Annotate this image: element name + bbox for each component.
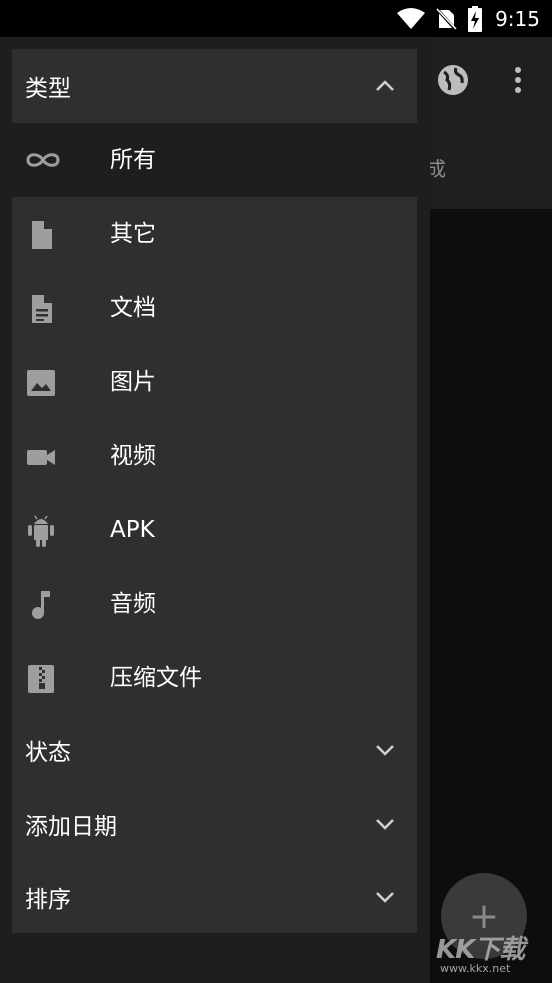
- battery-charging-icon: [468, 5, 483, 32]
- type-section-header[interactable]: 类型: [12, 49, 417, 123]
- type-item-all-label: 所有: [110, 147, 156, 173]
- no-sim-icon: [435, 6, 458, 31]
- image-icon: [27, 370, 55, 396]
- infinity-icon: [26, 153, 60, 167]
- type-item-archive[interactable]: 压缩文件: [12, 641, 417, 715]
- chevron-down-icon[interactable]: [374, 886, 396, 908]
- chevron-up-icon[interactable]: [374, 75, 396, 97]
- chevron-down-icon[interactable]: [374, 739, 396, 761]
- music-note-icon: [32, 591, 50, 619]
- document-icon: [32, 295, 52, 323]
- type-item-label: 音频: [110, 591, 156, 617]
- type-item-document[interactable]: 文档: [12, 271, 417, 345]
- status-section-title: 状态: [25, 740, 71, 766]
- watermark: KK下载 www.kkx.net: [436, 929, 525, 975]
- date-added-section-header[interactable]: 添加日期: [12, 787, 417, 861]
- wifi-icon: [397, 7, 426, 29]
- status-bar: 9:15: [0, 0, 552, 37]
- globe-icon[interactable]: [436, 63, 470, 97]
- type-item-label: 其它: [110, 221, 156, 247]
- type-item-label: 压缩文件: [110, 665, 202, 691]
- type-item-other[interactable]: 其它: [12, 197, 417, 271]
- type-item-label: 视频: [110, 443, 156, 469]
- archive-icon: [28, 665, 54, 693]
- more-vert-icon[interactable]: [508, 65, 528, 95]
- date-added-section-title: 添加日期: [25, 814, 117, 840]
- status-section-header[interactable]: 状态: [12, 713, 417, 787]
- status-time: 9:15: [495, 6, 540, 31]
- type-item-label: 图片: [110, 369, 156, 395]
- type-item-video[interactable]: 视频: [12, 419, 417, 493]
- file-icon: [32, 221, 52, 249]
- type-section-title: 类型: [25, 76, 71, 102]
- video-icon: [27, 450, 55, 465]
- type-item-all[interactable]: 所有: [0, 123, 430, 197]
- type-item-label: APK: [110, 517, 155, 543]
- type-list-card: 其它 文档 图片 视频 APK 音频 压缩文件 状态 添加日期 排序: [12, 197, 417, 933]
- status-icons: 9:15: [397, 0, 540, 37]
- sort-section-title: 排序: [25, 887, 71, 913]
- type-item-label: 文档: [110, 295, 156, 321]
- chevron-down-icon[interactable]: [374, 813, 396, 835]
- type-item-image[interactable]: 图片: [12, 345, 417, 419]
- type-item-audio[interactable]: 音频: [12, 567, 417, 641]
- watermark-logo: KK下载: [436, 935, 525, 965]
- sort-section-header[interactable]: 排序: [12, 860, 417, 934]
- filter-drawer: 类型 所有 其它 文档 图片 视频 APK 音频 压缩文件 状态 添加日期 排序: [0, 37, 430, 983]
- android-icon: [28, 515, 54, 547]
- type-item-apk[interactable]: APK: [12, 493, 417, 567]
